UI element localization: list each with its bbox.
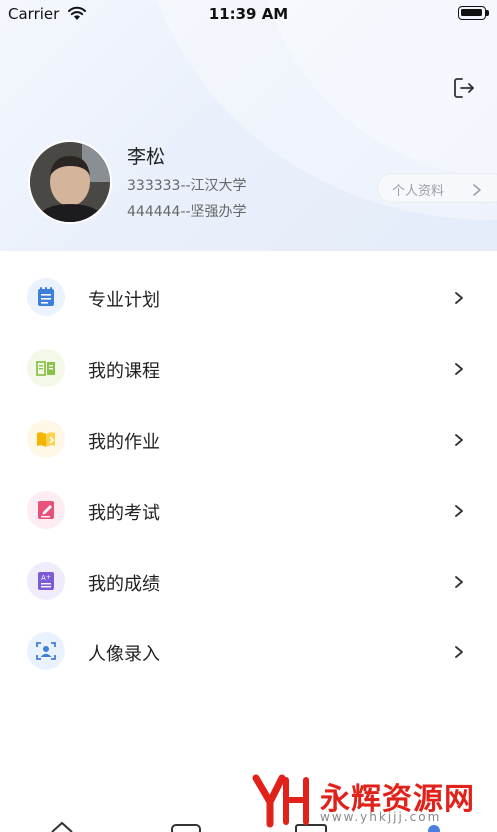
svg-text:+: + — [46, 574, 51, 581]
chevron-right-icon — [454, 644, 464, 663]
menu-item-my-grades[interactable]: A + 我的成绩 — [0, 546, 497, 616]
class-id-program: 444444--坚强办学 — [127, 204, 247, 220]
student-id-school: 333333--江汉大学 — [127, 178, 247, 194]
watermark-url: www.yhkjjj.com — [320, 810, 442, 824]
clock: 11:39 AM — [208, 5, 289, 23]
menu-item-label: 专业计划 — [88, 290, 160, 311]
chevron-right-icon — [454, 503, 464, 522]
profile-info-button[interactable]: 个人资料 — [377, 173, 497, 203]
menu-item-face-enrollment[interactable]: 人像录入 — [0, 616, 497, 686]
grade-report-icon: A + — [27, 562, 65, 600]
chevron-right-icon — [454, 361, 464, 380]
open-book-icon — [27, 349, 65, 387]
chevron-right-icon — [454, 290, 464, 309]
menu-item-major-plan[interactable]: 专业计划 — [0, 262, 497, 332]
user-name: 李松 — [127, 146, 166, 168]
menu-item-my-courses[interactable]: 我的课程 — [0, 333, 497, 403]
watermark: 永辉资源网 www.yhkjjj.com — [252, 770, 497, 830]
menu-item-label: 我的成绩 — [88, 574, 160, 595]
notebook-icon — [27, 278, 65, 316]
home-icon — [51, 821, 73, 832]
menu-item-label: 人像录入 — [88, 644, 160, 665]
chevron-right-icon — [454, 432, 464, 451]
course-tab-icon — [171, 824, 201, 832]
profile-info-label: 个人资料 — [392, 184, 445, 199]
status-bar: Carrier 11:39 AM — [0, 0, 497, 30]
avatar[interactable] — [28, 140, 112, 224]
homework-book-icon — [27, 420, 65, 458]
menu-item-my-homework[interactable]: 我的作业 — [0, 404, 497, 474]
chevron-right-icon — [454, 574, 464, 593]
menu-item-label: 我的作业 — [88, 432, 160, 453]
menu-item-label: 我的考试 — [88, 503, 160, 524]
avatar-photo — [30, 142, 110, 222]
watermark-logo — [252, 774, 309, 828]
menu-item-my-exams[interactable]: 我的考试 — [0, 475, 497, 545]
face-scan-icon — [27, 632, 65, 670]
battery-icon — [458, 6, 489, 20]
logout-icon — [454, 78, 474, 98]
logout-button[interactable] — [452, 76, 476, 104]
menu-item-label: 我的课程 — [88, 361, 160, 382]
chevron-right-icon — [472, 182, 482, 201]
exam-paper-icon — [27, 491, 65, 529]
